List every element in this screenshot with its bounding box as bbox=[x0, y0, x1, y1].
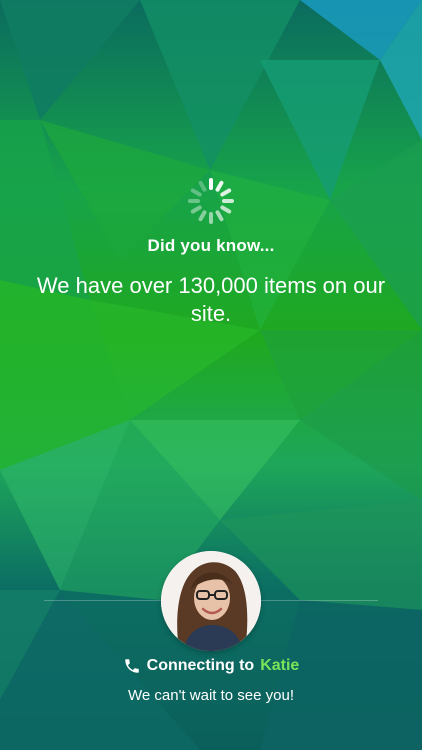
fact-text: We have over 130,000 items on our site. bbox=[36, 273, 386, 326]
loading-screen: Did you know... We have over 130,000 ite… bbox=[0, 0, 422, 750]
connecting-status: Connecting to Katie bbox=[0, 657, 422, 675]
spinner-icon bbox=[188, 178, 234, 224]
greeting-subtext: We can't wait to see you! bbox=[127, 687, 294, 704]
phone-icon bbox=[124, 659, 139, 673]
agent-name: Katie bbox=[260, 657, 300, 674]
connecting-label: Connecting to bbox=[146, 657, 255, 674]
did-you-know-heading: Did you know... bbox=[147, 236, 275, 255]
agent-avatar bbox=[161, 551, 261, 651]
